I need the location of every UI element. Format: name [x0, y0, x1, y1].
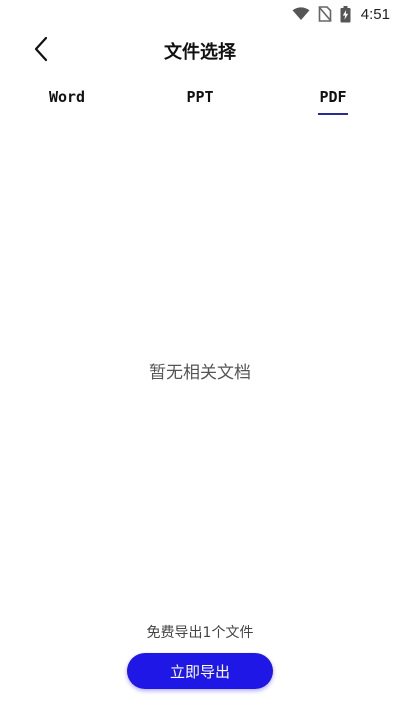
tab-label-word: Word: [48, 88, 86, 106]
active-tab-indicator: [318, 113, 348, 115]
tab-pdf[interactable]: PDF: [312, 84, 354, 118]
empty-state-message: 暂无相关文档: [149, 363, 251, 383]
tab-label-pdf: PDF: [319, 88, 347, 106]
status-time: 4:51: [360, 5, 390, 23]
header: 文件选择: [0, 28, 400, 76]
export-now-button[interactable]: 立即导出: [127, 653, 273, 689]
status-bar: 4:51: [0, 0, 400, 28]
tab-word[interactable]: Word: [40, 84, 94, 118]
page-title: 文件选择: [164, 42, 236, 63]
export-hint: 免费导出1个文件: [146, 625, 254, 641]
tab-ppt[interactable]: PPT: [176, 84, 224, 118]
file-type-tabs: Word PPT PDF: [0, 84, 400, 118]
wifi-icon: [292, 7, 310, 21]
status-icons: 4:51: [292, 4, 390, 24]
tab-label-ppt: PPT: [186, 88, 214, 106]
battery-charging-icon: [340, 5, 351, 23]
no-sim-icon: [318, 6, 332, 22]
